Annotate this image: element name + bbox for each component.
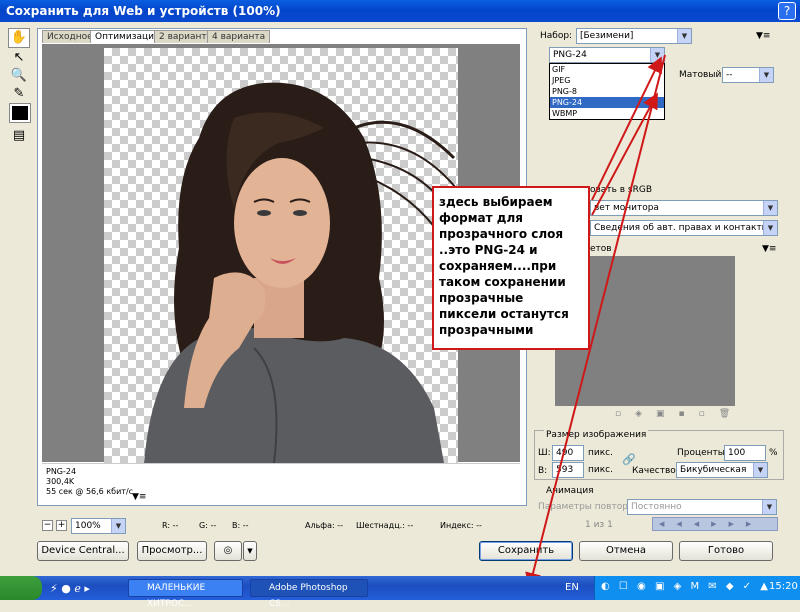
start-button[interactable] [0,576,42,600]
quick-launch-icons[interactable]: ⚡ ● ℯ ▸ [50,582,90,595]
arrow-to-png24 [591,92,658,216]
taskbar-item-opera[interactable]: МАЛЕНЬКИЕ ХИТРОС... [128,579,243,609]
tray-icons[interactable]: ◐ ☐ ◉ ▣ ◈ M ✉ ◆ ✓ ▲ [601,581,771,592]
arrow-to-format [591,56,662,201]
system-tray: ◐ ☐ ◉ ▣ ◈ M ✉ ◆ ✓ ▲ 15:20 [594,576,800,600]
annotation-arrows [525,54,666,589]
taskbar-item-photoshop[interactable]: Adobe Photoshop CS... [250,579,368,609]
language-indicator[interactable]: EN [565,582,579,593]
arrow-to-save [525,54,666,589]
clock: 15:20 [769,581,798,592]
